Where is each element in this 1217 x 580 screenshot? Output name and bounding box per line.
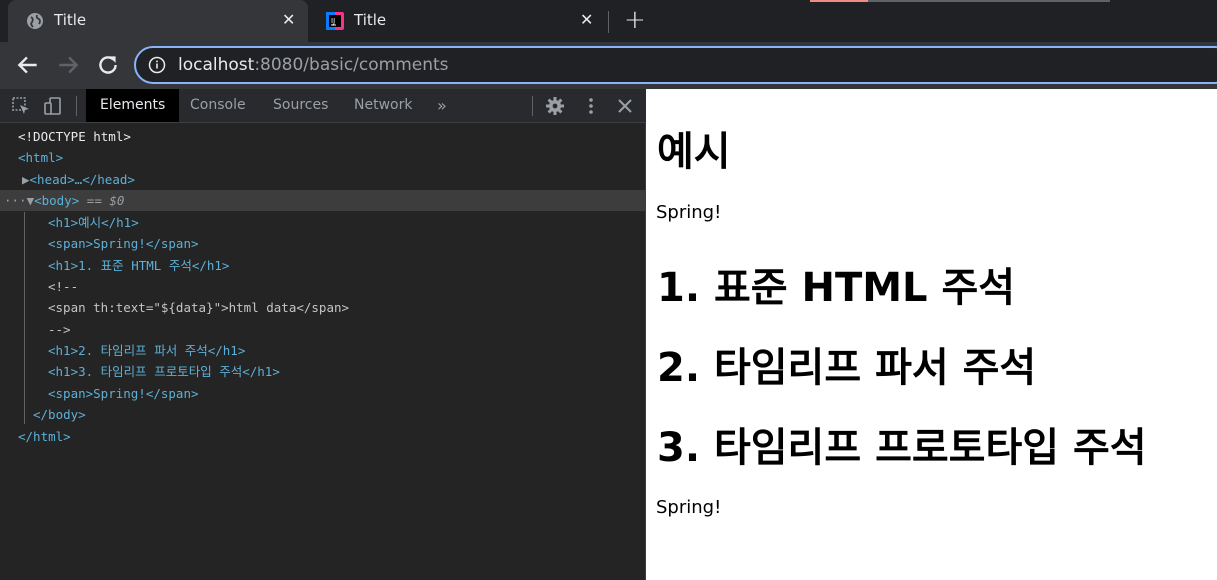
dom-text: <h1>예시</h1> [48, 215, 139, 230]
toolbar-divider [76, 96, 77, 116]
indent-guide [24, 212, 25, 424]
url-host: localhost [178, 55, 255, 75]
svg-text:IJ: IJ [331, 17, 335, 25]
heading-example: 예시 [657, 129, 731, 175]
new-tab-icon[interactable]: + [624, 5, 646, 35]
dom-text: <head>…</head> [29, 172, 135, 187]
dom-text: </html> [18, 429, 71, 444]
dom-node-selected[interactable]: ···▼<body> == $0 [0, 190, 646, 211]
dom-node[interactable]: ▶<head>…</head> [0, 169, 646, 190]
dom-node[interactable]: <!DOCTYPE html> [0, 126, 646, 147]
dom-text: <h1>1. 표준 HTML 주석</h1> [48, 258, 230, 273]
dom-node[interactable]: <h1>3. 타임리프 프로토타입 주석</h1> [0, 361, 646, 382]
back-icon[interactable] [15, 52, 41, 78]
devtools-panel: Elements Console Sources Network » <!DOC… [0, 89, 646, 580]
forward-icon[interactable] [55, 52, 81, 78]
collapse-arrow-icon[interactable]: ▼ [27, 193, 35, 208]
span-spring-1: Spring! [656, 202, 722, 223]
heading-parser-comment: 2. 타임리프 파서 주석 [657, 345, 1037, 391]
tab-title: Title [54, 11, 87, 29]
tab-sources[interactable]: Sources [259, 89, 342, 122]
more-tabs-icon[interactable]: » [423, 89, 461, 122]
browser-toolbar: localhost:8080/basic/comments [0, 42, 1217, 89]
address-bar[interactable]: localhost:8080/basic/comments [134, 46, 1217, 84]
dom-text: <h1>2. 타임리프 파서 주석</h1> [48, 343, 246, 358]
dom-node[interactable]: <h1>1. 표준 HTML 주석</h1> [0, 255, 646, 276]
dom-node[interactable]: <html> [0, 147, 646, 168]
dom-node[interactable]: <h1>2. 타임리프 파서 주석</h1> [0, 340, 646, 361]
close-tab-icon[interactable]: ✕ [282, 10, 295, 29]
expand-arrow-icon[interactable]: ▶ [0, 172, 30, 187]
dom-comment[interactable]: --> [0, 319, 646, 340]
devtools-toolbar: Elements Console Sources Network » [0, 89, 646, 123]
tab-strip: Title ✕ IJ Title ✕ + [0, 0, 1217, 42]
inspect-element-icon[interactable] [10, 95, 32, 117]
span-spring-2: Spring! [656, 497, 722, 518]
dom-text: <!DOCTYPE html> [18, 129, 131, 144]
close-tab-icon[interactable]: ✕ [580, 10, 593, 29]
page-viewport: 예시 Spring! 1. 표준 HTML 주석 2. 타임리프 파서 주석 3… [646, 89, 1217, 580]
dom-text: <span>Spring!</span> [48, 236, 199, 251]
tab-network[interactable]: Network [340, 89, 426, 122]
browser-tab-1[interactable]: Title ✕ [8, 0, 308, 42]
heading-prototype-comment: 3. 타임리프 프로토타입 주석 [657, 425, 1147, 471]
dom-node[interactable]: </html> [0, 426, 646, 447]
settings-gear-icon[interactable] [544, 95, 566, 117]
dom-text: <h1>3. 타임리프 프로토타입 주석</h1> [48, 364, 280, 379]
dom-text: <!-- [48, 279, 79, 294]
info-icon[interactable] [148, 56, 166, 74]
dom-text: </body> [33, 407, 86, 422]
dom-node[interactable]: <span>Spring!</span> [0, 383, 646, 404]
tab-elements[interactable]: Elements [86, 89, 180, 122]
globe-icon [27, 13, 43, 29]
dom-text: <body> [34, 193, 87, 208]
dom-comment[interactable]: <span th:text="${data}">html data</span> [0, 297, 646, 318]
console-ref-marker: == $0 [86, 193, 125, 208]
dom-node[interactable]: <span>Spring!</span> [0, 233, 646, 254]
tab-separator [608, 11, 609, 33]
dom-text: <span th:text="${data}">html data</span> [48, 300, 350, 315]
dom-node[interactable]: </body> [0, 404, 646, 425]
dom-node[interactable]: <h1>예시</h1> [0, 212, 646, 233]
tab-title: Title [354, 11, 387, 29]
browser-tab-2[interactable]: IJ Title ✕ [308, 0, 608, 42]
tab-console[interactable]: Console [176, 89, 260, 122]
window-edge [810, 0, 1110, 2]
url-text[interactable]: localhost:8080/basic/comments [178, 55, 449, 75]
url-path: :8080/basic/comments [254, 55, 449, 75]
dom-text: <span>Spring!</span> [48, 386, 199, 401]
reload-icon[interactable] [95, 52, 121, 78]
dom-text: <html> [18, 150, 64, 165]
dom-comment[interactable]: <!-- [0, 276, 646, 297]
toolbar-divider [532, 96, 533, 116]
heading-standard-comment: 1. 표준 HTML 주석 [657, 265, 1016, 311]
ellipsis-icon[interactable]: ··· [0, 193, 27, 208]
device-toolbar-icon[interactable] [42, 95, 64, 117]
close-devtools-icon[interactable] [614, 95, 636, 117]
more-options-icon[interactable] [580, 95, 602, 117]
intellij-icon: IJ [326, 12, 344, 30]
dom-text: --> [48, 322, 71, 337]
